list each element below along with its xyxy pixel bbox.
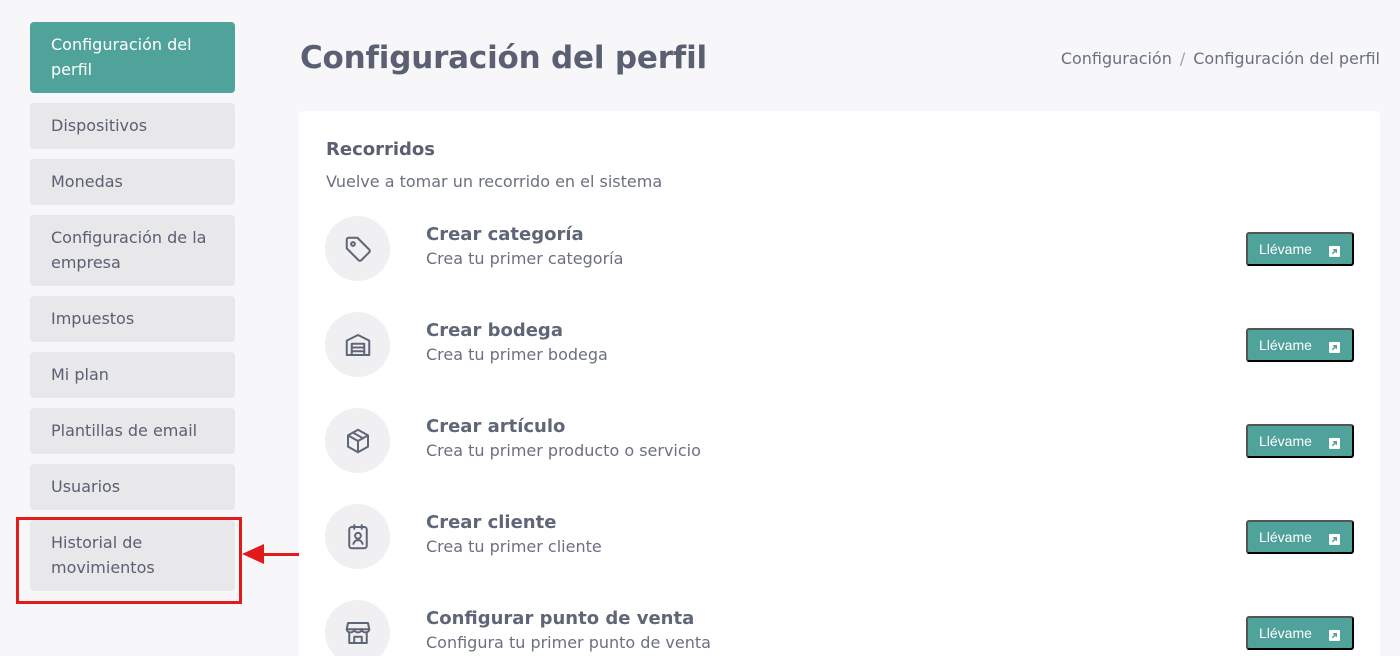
tour-description: Crea tu primer categoría bbox=[426, 249, 624, 268]
tour-description: Configura tu primer punto de venta bbox=[426, 633, 711, 652]
tours-card: Recorridos Vuelve a tomar un recorrido e… bbox=[299, 111, 1380, 656]
sidebar-item-company-settings[interactable]: Configuración de la empresa bbox=[30, 215, 235, 286]
tours-subtitle: Vuelve a tomar un recorrido en el sistem… bbox=[326, 172, 663, 191]
sidebar-item-taxes[interactable]: Impuestos bbox=[30, 296, 235, 342]
breadcrumb-item-current: Configuración del perfil bbox=[1193, 49, 1380, 68]
tour-row-client: Crear cliente Crea tu primer cliente Llé… bbox=[299, 504, 1380, 574]
page-title: Configuración del perfil bbox=[300, 40, 707, 76]
tour-title: Crear artículo bbox=[426, 416, 566, 437]
settings-sidebar: Configuración del perfil Dispositivos Mo… bbox=[30, 22, 235, 601]
tour-row-category: Crear categoría Crea tu primer categoría… bbox=[299, 216, 1380, 286]
take-me-button-point-of-sale[interactable]: Llévame bbox=[1246, 616, 1354, 650]
breadcrumb: Configuración / Configuración del perfil bbox=[1061, 49, 1380, 68]
take-me-button-article[interactable]: Llévame bbox=[1246, 424, 1354, 458]
tour-row-warehouse: Crear bodega Crea tu primer bodega Lléva… bbox=[299, 312, 1380, 382]
tour-row-point-of-sale: Configurar punto de venta Configura tu p… bbox=[299, 600, 1380, 656]
tour-title: Crear categoría bbox=[426, 224, 584, 245]
tag-icon bbox=[325, 216, 390, 281]
external-link-icon bbox=[1329, 246, 1340, 257]
store-icon bbox=[325, 600, 390, 656]
warehouse-icon bbox=[325, 312, 390, 377]
take-me-label: Llévame bbox=[1259, 433, 1312, 449]
take-me-label: Llévame bbox=[1259, 625, 1312, 641]
take-me-button-category[interactable]: Llévame bbox=[1246, 232, 1354, 266]
external-link-icon bbox=[1329, 342, 1340, 353]
tour-description: Crea tu primer producto o servicio bbox=[426, 441, 701, 460]
tour-title: Crear cliente bbox=[426, 512, 557, 533]
sidebar-item-currencies[interactable]: Monedas bbox=[30, 159, 235, 205]
tours-title: Recorridos bbox=[326, 139, 435, 160]
external-link-icon bbox=[1329, 534, 1340, 545]
breadcrumb-item-settings[interactable]: Configuración bbox=[1061, 49, 1172, 68]
box-icon bbox=[325, 408, 390, 473]
tour-description: Crea tu primer cliente bbox=[426, 537, 602, 556]
take-me-label: Llévame bbox=[1259, 529, 1312, 545]
sidebar-item-users[interactable]: Usuarios bbox=[30, 464, 235, 510]
external-link-icon bbox=[1329, 438, 1340, 449]
take-me-label: Llévame bbox=[1259, 337, 1312, 353]
take-me-label: Llévame bbox=[1259, 241, 1312, 257]
tour-row-article: Crear artículo Crea tu primer producto o… bbox=[299, 408, 1380, 478]
sidebar-item-profile-settings[interactable]: Configuración del perfil bbox=[30, 22, 235, 93]
contact-badge-icon bbox=[325, 504, 390, 569]
tour-title: Configurar punto de venta bbox=[426, 608, 695, 629]
take-me-button-client[interactable]: Llévame bbox=[1246, 520, 1354, 554]
take-me-button-warehouse[interactable]: Llévame bbox=[1246, 328, 1354, 362]
sidebar-item-email-templates[interactable]: Plantillas de email bbox=[30, 408, 235, 454]
external-link-icon bbox=[1329, 630, 1340, 641]
tour-title: Crear bodega bbox=[426, 320, 563, 341]
sidebar-item-devices[interactable]: Dispositivos bbox=[30, 103, 235, 149]
sidebar-item-my-plan[interactable]: Mi plan bbox=[30, 352, 235, 398]
annotation-arrow-head bbox=[242, 544, 264, 564]
tour-description: Crea tu primer bodega bbox=[426, 345, 608, 364]
breadcrumb-separator: / bbox=[1179, 49, 1186, 68]
annotation-highlight-box bbox=[16, 517, 242, 604]
